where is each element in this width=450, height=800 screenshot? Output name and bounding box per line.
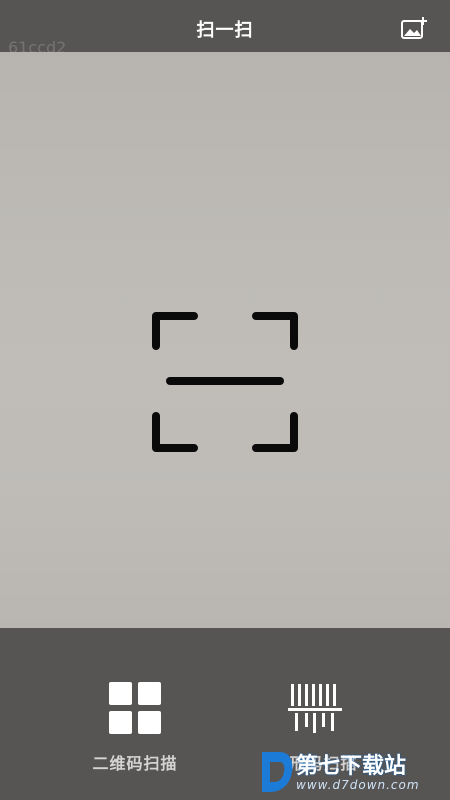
image-add-icon (401, 17, 427, 39)
qr-grid-icon (107, 680, 163, 736)
qr-scan-label: 二维码扫描 (92, 754, 178, 773)
scan-frame-icon (152, 312, 298, 452)
site-logo-url: www.d7down.com (296, 778, 420, 792)
site-logo-brand: 第七下载站 (296, 754, 407, 779)
top-bar: 扫一扫 (0, 0, 450, 52)
barcode-icon (288, 684, 342, 733)
qr-scan-mode[interactable]: 二维码扫描 (65, 680, 205, 774)
scan-frame (150, 310, 300, 454)
album-button[interactable] (400, 16, 430, 42)
site-logo-icon (262, 752, 293, 792)
site-watermark-logo: 第七下载站 www.d7down.com (256, 748, 446, 796)
page-title: 扫一扫 (196, 20, 254, 41)
